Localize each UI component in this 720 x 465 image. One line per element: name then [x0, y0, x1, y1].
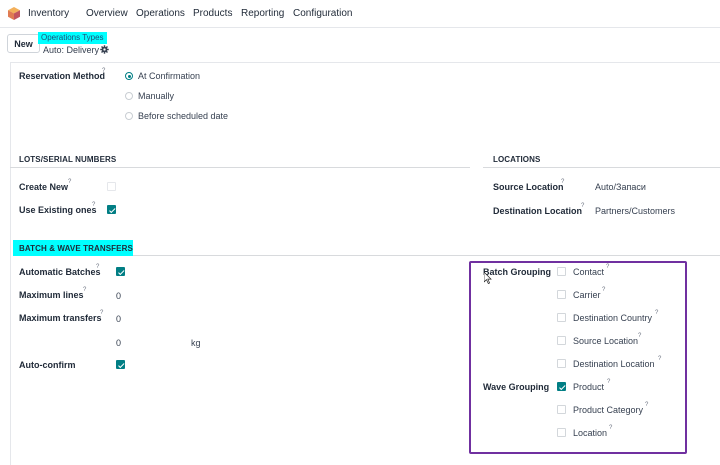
reservation-method-label: Reservation Method — [19, 71, 106, 81]
app-name[interactable]: Inventory — [28, 8, 69, 19]
weight-input[interactable]: 0 — [116, 338, 121, 348]
radio-at-confirmation[interactable] — [125, 72, 133, 80]
radio-manually[interactable] — [125, 92, 133, 100]
checkbox-label[interactable]: Carrier — [573, 290, 601, 300]
location-checkbox[interactable] — [557, 428, 566, 437]
help-icon[interactable]: ? — [655, 310, 658, 316]
radio-label[interactable]: At Confirmation — [138, 71, 200, 81]
top-navbar: Inventory Overview Operations Products R… — [0, 0, 720, 28]
checkbox-label[interactable]: Source Location — [573, 336, 638, 346]
destination-location-field[interactable]: Partners/Customers — [595, 206, 675, 216]
radio-label[interactable]: Manually — [138, 91, 174, 101]
help-icon[interactable]: ? — [645, 402, 648, 408]
checkbox-label[interactable]: Product — [573, 382, 604, 392]
help-icon[interactable]: ? — [609, 425, 612, 431]
maximum-lines-input[interactable]: 0 — [116, 291, 121, 301]
checkbox-label[interactable]: Product Category — [573, 405, 643, 415]
contact-checkbox[interactable] — [557, 267, 566, 276]
help-icon[interactable]: ? — [100, 310, 103, 316]
help-icon[interactable]: ? — [658, 356, 661, 362]
help-icon[interactable]: ? — [607, 379, 610, 385]
carrier-checkbox[interactable] — [557, 290, 566, 299]
help-icon[interactable]: ? — [638, 333, 641, 339]
checkbox-label[interactable]: Destination Location — [573, 359, 655, 369]
new-button[interactable]: New — [7, 34, 40, 53]
gear-icon[interactable] — [100, 45, 109, 54]
source-location-label: Source Location — [493, 182, 564, 192]
help-icon[interactable]: ? — [561, 179, 564, 185]
section-divider — [483, 167, 720, 168]
section-divider — [133, 255, 720, 256]
create-new-checkbox[interactable] — [107, 182, 116, 191]
radio-before-scheduled-date[interactable] — [125, 112, 133, 120]
menu-reporting[interactable]: Reporting — [241, 8, 284, 19]
checkbox-label[interactable]: Contact — [573, 267, 604, 277]
help-icon[interactable]: ? — [606, 264, 609, 270]
help-icon[interactable]: ? — [68, 179, 71, 185]
section-title-locations: LOCATIONS — [493, 155, 541, 164]
help-icon[interactable]: ? — [602, 287, 605, 293]
product-category-checkbox[interactable] — [557, 405, 566, 414]
destination-location-checkbox[interactable] — [557, 359, 566, 368]
auto-confirm-label: Auto-confirm — [19, 360, 76, 370]
help-icon[interactable]: ? — [102, 68, 105, 74]
help-icon[interactable]: ? — [581, 203, 584, 209]
help-icon[interactable]: ? — [96, 264, 99, 270]
use-existing-label: Use Existing ones — [19, 205, 97, 215]
section-title-lots: LOTS/SERIAL NUMBERS — [19, 155, 117, 164]
menu-products[interactable]: Products — [193, 8, 232, 19]
weight-unit: kg — [191, 338, 201, 348]
section-title-batch: BATCH & WAVE TRANSFERS — [19, 244, 133, 253]
maximum-lines-label: Maximum lines — [19, 290, 84, 300]
menu-configuration[interactable]: Configuration — [293, 8, 352, 19]
destination-location-label: Destination Location — [493, 206, 583, 216]
maximum-transfers-input[interactable]: 0 — [116, 314, 121, 324]
checkbox-label[interactable]: Location — [573, 428, 607, 438]
wave-grouping-label: Wave Grouping — [483, 382, 550, 392]
mouse-cursor-icon — [484, 272, 492, 284]
checkbox-label[interactable]: Destination Country — [573, 313, 652, 323]
help-icon[interactable]: ? — [92, 202, 95, 208]
source-location-field[interactable]: Auto/Запаси — [595, 182, 646, 192]
inventory-app-icon[interactable] — [8, 7, 20, 20]
batch-grouping-label: Batch Grouping — [483, 267, 551, 277]
auto-confirm-checkbox[interactable] — [116, 360, 125, 369]
record-title: Auto: Delivery — [43, 45, 100, 55]
automatic-batches-label: Automatic Batches — [19, 267, 101, 277]
maximum-transfers-label: Maximum transfers — [19, 313, 102, 323]
destination-country-checkbox[interactable] — [557, 313, 566, 322]
source-location-checkbox[interactable] — [557, 336, 566, 345]
section-divider — [10, 167, 470, 168]
breadcrumb-operations-types[interactable]: Operations Types — [38, 32, 107, 44]
create-new-label: Create New — [19, 182, 69, 192]
use-existing-checkbox[interactable] — [107, 205, 116, 214]
menu-operations[interactable]: Operations — [136, 8, 185, 19]
help-icon[interactable]: ? — [83, 287, 86, 293]
radio-label[interactable]: Before scheduled date — [138, 111, 228, 121]
automatic-batches-checkbox[interactable] — [116, 267, 125, 276]
product-checkbox[interactable] — [557, 382, 566, 391]
menu-overview[interactable]: Overview — [86, 8, 128, 19]
